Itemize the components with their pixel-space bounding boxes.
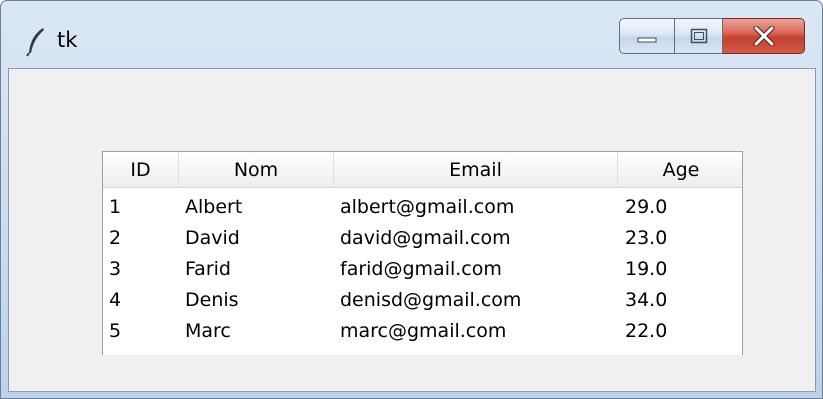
- cell-nom: David: [185, 227, 240, 249]
- cell-email: david@gmail.com: [340, 227, 511, 249]
- cell-nom: Albert: [185, 196, 243, 218]
- cell-id: 1: [109, 196, 122, 218]
- close-button[interactable]: [723, 18, 805, 54]
- column-header-nom[interactable]: Nom: [179, 152, 334, 188]
- column-header-age[interactable]: Age: [618, 152, 742, 188]
- cell-id: 4: [109, 289, 122, 311]
- table-row[interactable]: 4 Denis denisd@gmail.com 34.0: [103, 285, 742, 316]
- feather-icon: [26, 28, 44, 57]
- minimize-icon: [637, 37, 657, 43]
- cell-age: 34.0: [625, 289, 668, 311]
- cell-email: marc@gmail.com: [340, 320, 507, 342]
- column-header-email[interactable]: Email: [334, 152, 618, 188]
- cell-email: denisd@gmail.com: [340, 289, 522, 311]
- cell-age: 19.0: [625, 258, 668, 280]
- title-bar[interactable]: tk: [1, 1, 822, 68]
- maximize-icon: [690, 28, 707, 44]
- cell-age: 23.0: [625, 227, 668, 249]
- cell-nom: Marc: [185, 320, 231, 342]
- app-window: tk ID Nom Email Age 1 Albert albert@gmai…: [0, 0, 823, 399]
- table-header: ID Nom Email Age: [103, 152, 742, 188]
- cell-nom: Farid: [185, 258, 231, 280]
- cell-id: 3: [109, 258, 122, 280]
- cell-age: 22.0: [625, 320, 668, 342]
- cell-age: 29.0: [625, 196, 668, 218]
- cell-email: albert@gmail.com: [340, 196, 515, 218]
- maximize-button[interactable]: [675, 18, 723, 54]
- cell-id: 2: [109, 227, 122, 249]
- table-row[interactable]: 5 Marc marc@gmail.com 22.0: [103, 316, 742, 347]
- client-area: ID Nom Email Age 1 Albert albert@gmail.c…: [8, 68, 816, 392]
- close-icon: [753, 26, 774, 46]
- table-row[interactable]: 1 Albert albert@gmail.com 29.0: [103, 192, 742, 223]
- window-title: tk: [57, 28, 78, 52]
- table-row[interactable]: 2 David david@gmail.com 23.0: [103, 223, 742, 254]
- data-table[interactable]: ID Nom Email Age 1 Albert albert@gmail.c…: [102, 151, 743, 355]
- cell-nom: Denis: [185, 289, 239, 311]
- caption-buttons: [619, 18, 805, 56]
- minimize-button[interactable]: [619, 18, 675, 54]
- column-header-id[interactable]: ID: [103, 152, 179, 188]
- table-row[interactable]: 3 Farid farid@gmail.com 19.0: [103, 254, 742, 285]
- cell-email: farid@gmail.com: [340, 258, 502, 280]
- cell-id: 5: [109, 320, 122, 342]
